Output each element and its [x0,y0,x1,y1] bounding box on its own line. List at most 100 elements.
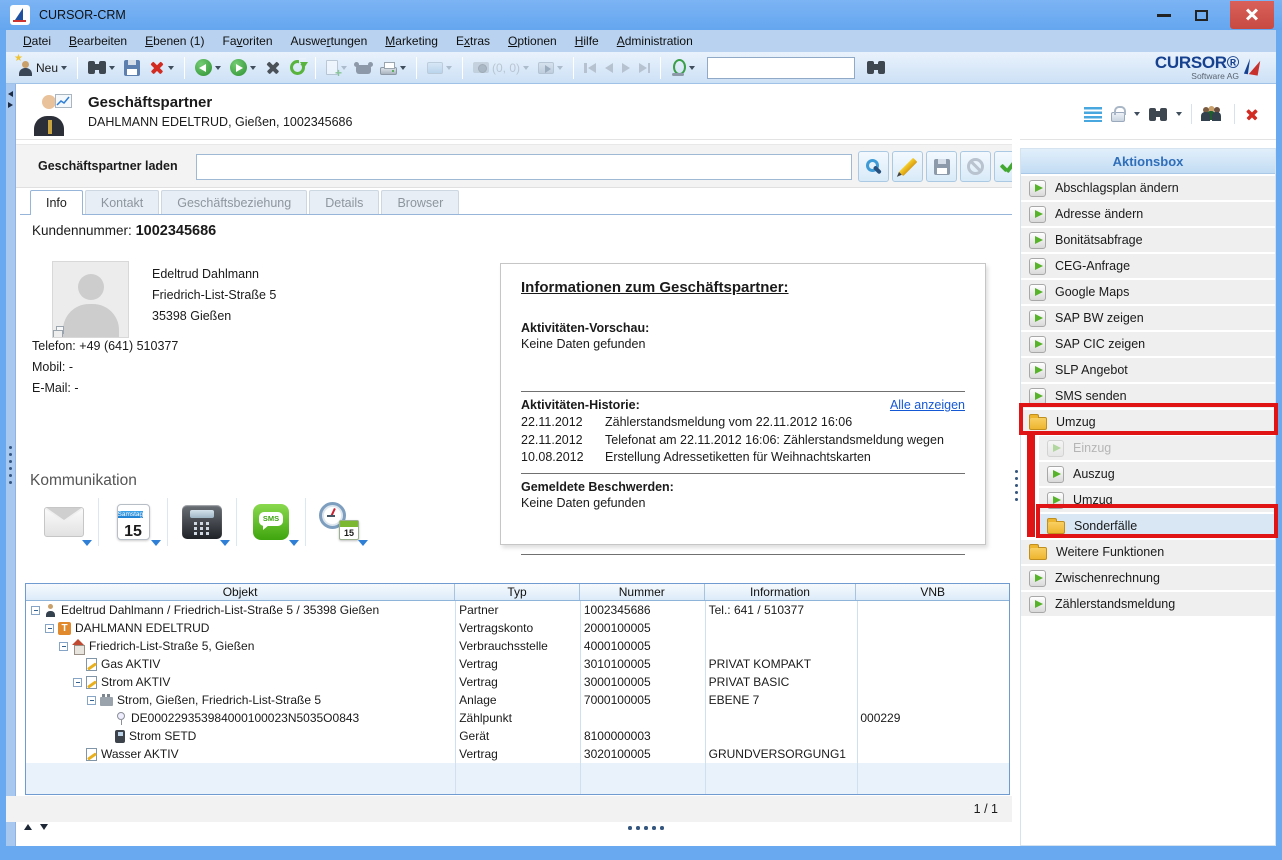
action-bonitätsabfrage[interactable]: Bonitätsabfrage [1021,228,1275,252]
menu-extras[interactable]: Extras [447,31,499,51]
quick-search-caret[interactable] [689,66,695,70]
table-row[interactable]: Friedrich-List-Straße 5, GießenVerbrauch… [26,637,1009,655]
tab-kontakt[interactable]: Kontakt [85,190,159,214]
phone-action-button[interactable] [168,496,236,548]
table-row[interactable]: Strom, Gießen, Friedrich-List-Straße 5An… [26,691,1009,709]
menu-optionen[interactable]: Optionen [499,31,566,51]
forward-button[interactable] [227,57,259,78]
list-menu-icon[interactable] [1084,107,1102,122]
lock-icon[interactable] [1111,112,1125,122]
print-button[interactable] [377,59,409,77]
delete-button[interactable] [146,58,177,78]
back-button[interactable] [192,57,224,78]
export-button[interactable] [535,60,566,76]
show-all-link[interactable]: Alle anzeigen [890,398,965,412]
lock-dropdown-caret[interactable] [1134,112,1140,116]
menu-ebenen-1[interactable]: Ebenen (1) [136,31,213,51]
tab-geschäftsbeziehung[interactable]: Geschäftsbeziehung [161,190,307,214]
export-dropdown-caret[interactable] [557,66,563,70]
cancel-button[interactable] [262,58,284,78]
lookup-button[interactable] [858,151,889,182]
previous-record-button[interactable] [602,63,616,73]
sms-action-button[interactable]: SMS [237,496,305,548]
tree-expander[interactable] [87,696,96,705]
print-dropdown-caret[interactable] [400,66,406,70]
table-row[interactable]: DE000229353984000100023N5035O0843Zählpun… [26,709,1009,727]
action-google-maps[interactable]: Google Maps [1021,280,1275,304]
table-row[interactable]: Wasser AKTIVVertrag3020100005GRUNDVERSOR… [26,745,1009,763]
menu-datei[interactable]: Datei [14,31,60,51]
action-auszug[interactable]: Auszug [1039,462,1275,486]
minimize-button[interactable] [1157,14,1171,17]
collapse-up-icon[interactable] [24,824,32,830]
close-view-icon[interactable] [1245,107,1259,121]
refresh-button[interactable] [287,58,308,77]
next-record-button[interactable] [619,63,633,73]
snapshot-button[interactable]: (0, 0) [470,59,532,77]
tab-info[interactable]: Info [30,190,83,215]
table-row[interactable]: Edeltrud Dahlmann / Friedrich-List-Straß… [26,601,1009,619]
save-button[interactable] [121,58,143,78]
quick-search-input[interactable] [707,57,855,79]
action-zählerstandsmeldung[interactable]: Zählerstandsmeldung [1021,592,1275,616]
forward-dropdown-caret[interactable] [250,66,256,70]
tree-expander[interactable] [31,606,40,615]
search-dropdown-caret[interactable] [1176,112,1182,116]
column-header-objekt[interactable]: Objekt [26,584,455,600]
load-input[interactable] [196,154,852,180]
group-icon[interactable] [1201,107,1225,122]
tab-browser[interactable]: Browser [381,190,459,214]
appointment-dropdown-caret[interactable] [151,540,161,546]
table-row[interactable]: Gas AKTIVVertrag3010100005PRIVAT KOMPAKT [26,655,1009,673]
delete-dropdown-caret[interactable] [168,66,174,70]
new-button[interactable]: ★ Neu [14,57,70,78]
action-weitere-funktionen[interactable]: Weitere Funktionen [1021,540,1275,564]
phone-dropdown-caret[interactable] [220,540,230,546]
save-record-button[interactable] [926,151,957,182]
console-button[interactable] [353,59,374,76]
action-zwischenrechnung[interactable]: Zwischenrechnung [1021,566,1275,590]
tab-details[interactable]: Details [309,190,379,214]
table-row[interactable]: Strom SETDGerät8100000003 [26,727,1009,745]
snapshot-dropdown-caret[interactable] [523,66,529,70]
action-sap-bw-zeigen[interactable]: SAP BW zeigen [1021,306,1275,330]
collapse-left-icon[interactable] [8,91,13,97]
tree-expander[interactable] [45,624,54,633]
action-abschlagsplan-ändern[interactable]: Abschlagsplan ändern [1021,176,1275,200]
first-record-button[interactable] [581,63,599,73]
table-row[interactable]: DAHLMANN EDELTRUDVertragskonto2000100005 [26,619,1009,637]
tree-expander[interactable] [59,642,68,651]
menu-marketing[interactable]: Marketing [376,31,447,51]
binoculars-icon[interactable] [1149,108,1167,121]
last-record-button[interactable] [636,63,654,73]
email-dropdown-caret[interactable] [82,540,92,546]
table-row[interactable]: Strom AKTIVVertrag3000100005PRIVAT BASIC [26,673,1009,691]
email-action-button[interactable] [30,496,98,548]
search-dropdown-caret[interactable] [109,66,115,70]
left-splitter-handle[interactable] [9,446,12,484]
menu-favoriten[interactable]: Favoriten [213,31,281,51]
reminder-dropdown-caret[interactable] [358,540,368,546]
expand-right-icon[interactable] [8,102,13,108]
column-header-nummer[interactable]: Nummer [580,584,705,600]
new-document-button[interactable] [323,58,350,77]
appointment-action-button[interactable]: Samstag 15 [99,496,167,548]
menu-hilfe[interactable]: Hilfe [566,31,608,51]
maximize-button[interactable] [1195,10,1208,21]
action-einzug[interactable]: Einzug [1039,436,1275,460]
menu-auswertungen[interactable]: Auswertungen [282,31,377,51]
action-adresse-ändern[interactable]: Adresse ändern [1021,202,1275,226]
menu-bearbeiten[interactable]: Bearbeiten [60,31,136,51]
horizontal-splitter-handle[interactable] [628,826,664,830]
right-splitter[interactable] [1012,84,1020,846]
reminder-action-button[interactable]: 15 [306,496,374,548]
tree-expander[interactable] [73,678,82,687]
search-button[interactable] [85,59,118,76]
photo-swap-icon[interactable] [56,326,64,334]
image-button[interactable] [424,60,455,76]
find-button[interactable] [864,59,888,76]
action-sap-cic-zeigen[interactable]: SAP CIC zeigen [1021,332,1275,356]
action-slp-angebot[interactable]: SLP Angebot [1021,358,1275,382]
discard-button[interactable] [960,151,991,182]
column-header-vnb[interactable]: VNB [856,584,1009,600]
